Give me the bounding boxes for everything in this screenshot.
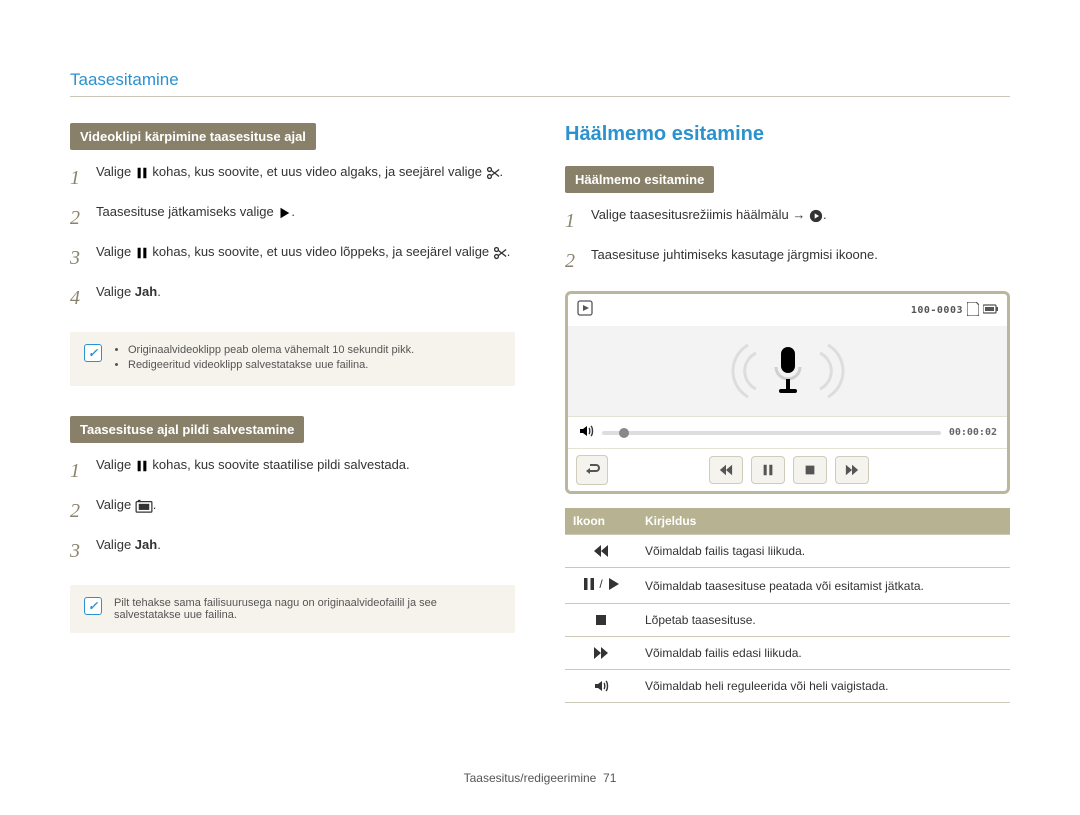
rewind-button[interactable] [709,456,743,484]
th-desc: Kirjeldus [637,508,1010,535]
icon-legend-table: Ikoon Kirjeldus Võimaldab failis tagasi … [565,508,1010,703]
table-row: Võimaldab failis edasi liikuda. [565,637,1010,670]
battery-icon [983,304,999,317]
storage-icon [967,302,979,319]
section-bar-capture: Taasesituse ajal pildi salvestamine [70,416,304,443]
step-num: 2 [70,202,86,234]
step-text: Valige taasesitusrežiimis häälmälu → . [591,205,1010,237]
stop-button[interactable] [793,456,827,484]
volume-icon [593,678,609,692]
pause-play-icon: / [581,576,620,592]
page-footer: Taasesitus/redigeerimine 71 [0,771,1080,785]
section-bar-voicememo: Häälmemo esitamine [565,166,714,193]
note-box: ✓ Originaalvideoklipp peab olema vähemal… [70,332,515,386]
file-counter: 100-0003 [911,305,963,316]
back-button[interactable] [576,455,608,485]
step-num: 1 [565,205,581,237]
elapsed-time: 00:00:02 [949,427,997,438]
note-box: ✓ Pilt tehakse sama failisuurusega nagu … [70,585,515,633]
th-icon: Ikoon [565,508,637,535]
pause-icon [135,459,149,473]
info-icon: ✓ [84,344,102,362]
step-text: Valige kohas, kus soovite staatilise pil… [96,455,515,487]
pause-button[interactable] [751,456,785,484]
step-text: Valige Jah. [96,282,515,314]
step-text: Valige Jah. [96,535,515,567]
fastforward-button[interactable] [835,456,869,484]
table-row: / Võimaldab taasesituse peatada või esit… [565,568,1010,604]
step-num: 3 [70,242,86,274]
scissors-icon [493,246,507,260]
microphone-icon [768,345,808,397]
playback-screen-preview: 100-0003 00:00:02 [565,291,1010,494]
page-title: Taasesitamine [70,70,1010,97]
play-circle-icon [809,209,823,223]
rewind-icon [593,543,609,557]
step-num: 1 [70,455,86,487]
step-text: Valige kohas, kus soovite, et uus video … [96,242,515,274]
progress-slider[interactable] [602,431,941,435]
soundwave-right-icon [814,341,848,401]
step-num: 4 [70,282,86,314]
fastforward-icon [593,645,609,659]
table-row: Võimaldab failis tagasi liikuda. [565,535,1010,568]
playmode-icon [576,300,594,320]
step-text: Taasesituse jätkamiseks valige . [96,202,515,234]
info-icon: ✓ [84,597,102,615]
play-icon [277,206,291,220]
table-row: Võimaldab heli reguleerida või heli vaig… [565,670,1010,703]
step-text: Valige kohas, kus soovite, et uus video … [96,162,515,194]
scissors-icon [486,166,500,180]
pause-icon [135,166,149,180]
table-row: Lõpetab taasesituse. [565,604,1010,637]
step-num: 2 [565,245,581,277]
section-heading-voicememo: Häälmemo esitamine [565,123,1010,146]
section-bar-trim: Videoklipi kärpimine taasesituse ajal [70,123,316,150]
pause-icon [135,246,149,260]
volume-icon[interactable] [578,423,594,442]
step-num: 1 [70,162,86,194]
step-text: Valige . [96,495,515,527]
step-num: 2 [70,495,86,527]
stop-icon [593,612,609,626]
soundwave-left-icon [728,341,762,401]
capture-icon [135,499,153,513]
step-num: 3 [70,535,86,567]
step-text: Taasesituse juhtimiseks kasutage järgmis… [591,245,1010,277]
